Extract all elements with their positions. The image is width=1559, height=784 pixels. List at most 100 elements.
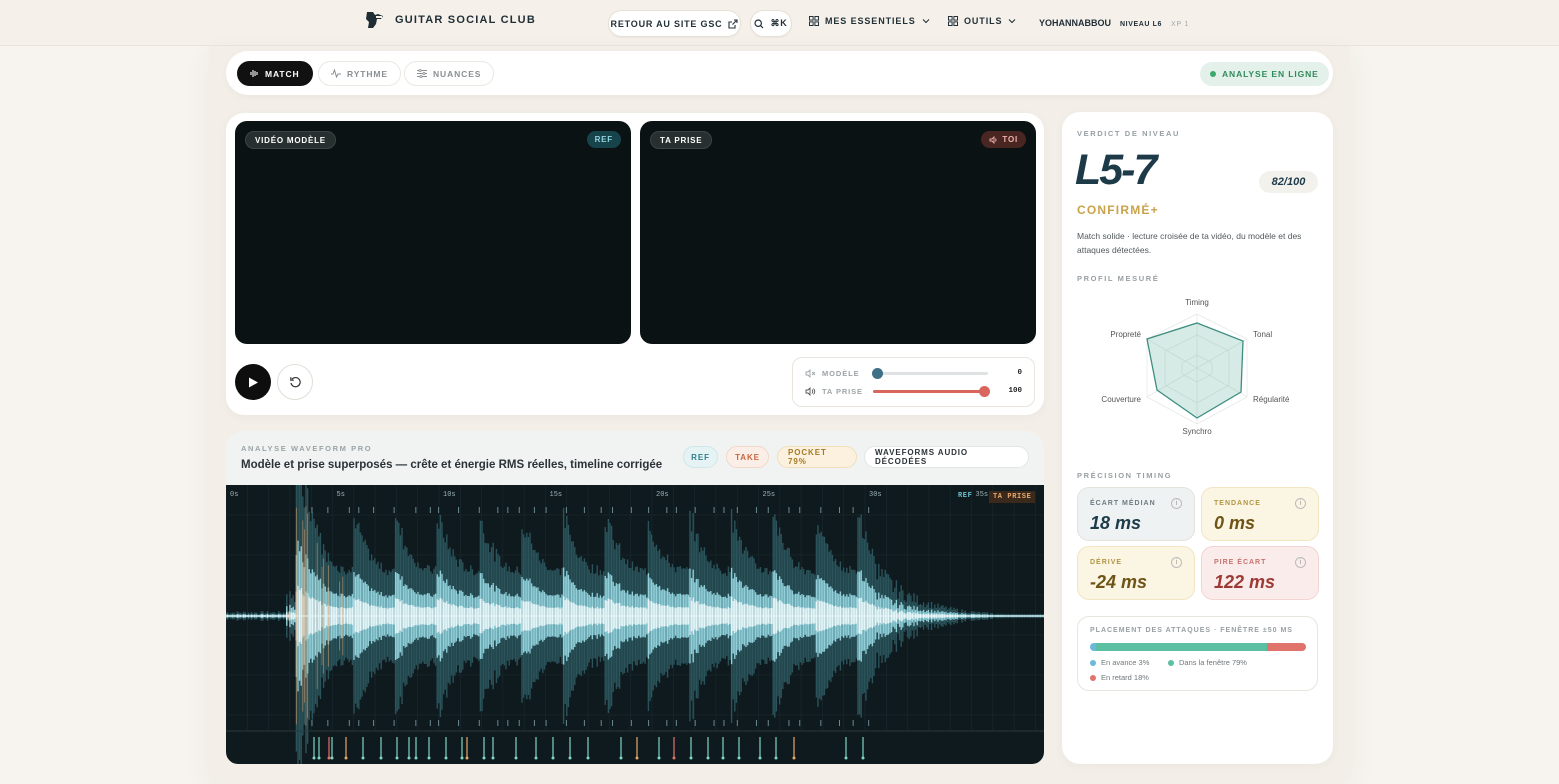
- attack-marker-dot: [721, 756, 725, 760]
- time-label: 25s: [763, 491, 776, 499]
- waveform-scope[interactable]: 0s 5s 10s 15s 20s 25s 30s 35s REF TA PRISE: [226, 448, 1044, 764]
- model-volume-slider[interactable]: [872, 368, 988, 379]
- menu-tools-label: OUTILS: [964, 16, 1003, 26]
- take-volume-knob[interactable]: [979, 386, 990, 397]
- late-dot-icon: [1090, 674, 1096, 681]
- time-label: 15s: [550, 491, 563, 499]
- legend-early-label: En avance 3%: [1101, 658, 1150, 667]
- legend-early: En avance 3%: [1090, 658, 1149, 667]
- ref-chip[interactable]: REF: [683, 446, 718, 468]
- take-chip[interactable]: TAKE: [726, 446, 769, 468]
- attack-marker-dot: [465, 756, 469, 760]
- time-label: 20s: [656, 491, 669, 499]
- tab-nuances[interactable]: NUANCES: [404, 61, 495, 86]
- take-volume-slider[interactable]: [873, 386, 990, 397]
- time-label: 30s: [869, 491, 882, 499]
- take-volume-row: TA PRISE: [805, 387, 863, 396]
- waveform-icon: [250, 70, 258, 77]
- attack-marker-dot: [657, 756, 661, 760]
- grade-label: CONFIRMÉ+: [1077, 203, 1159, 217]
- menu-essentials[interactable]: MES ESSENTIELS: [809, 16, 930, 26]
- attack-marker-dot: [361, 756, 365, 760]
- attack-marker-dot: [619, 756, 623, 760]
- restart-button[interactable]: [277, 364, 313, 400]
- tab-rhythm[interactable]: RYTHME: [318, 61, 401, 86]
- attack-marker-dot: [491, 756, 495, 760]
- user-xp: XP 1: [1170, 21, 1190, 28]
- take-legend: TA PRISE: [989, 491, 1036, 503]
- radar-axis-regularity: Régularité: [1253, 395, 1290, 404]
- info-icon[interactable]: i: [1295, 557, 1306, 568]
- window-dot-icon: [1168, 659, 1174, 666]
- attack-marker-dot: [330, 756, 334, 760]
- status-badge: ANALYSE EN LIGNE: [1200, 62, 1329, 86]
- info-icon[interactable]: i: [1295, 498, 1306, 509]
- radar-axis-timing: Timing: [1185, 298, 1209, 307]
- tab-rhythm-label: RYTHME: [347, 68, 388, 79]
- menu-tools[interactable]: OUTILS: [948, 16, 1016, 26]
- median-deviation-card: ÉCART MÉDIAN 18 ms i: [1077, 487, 1195, 541]
- model-volume-label: MODÈLE: [822, 369, 860, 378]
- radar-axis-cleanliness: Propreté: [1110, 330, 1141, 339]
- window-segment: [1096, 643, 1268, 651]
- attack-marker-dot: [395, 756, 399, 760]
- verdict-description: Match solide · lecture croisée de ta vid…: [1077, 231, 1302, 255]
- menu-essentials-label: MES ESSENTIELS: [825, 16, 916, 26]
- drift-value: -24 ms: [1090, 572, 1148, 592]
- radar-axis-sync: Synchro: [1182, 427, 1212, 436]
- status-label: ANALYSE EN LIGNE: [1222, 69, 1319, 79]
- attack-marker-dot: [635, 756, 639, 760]
- trend-value: 0 ms: [1214, 513, 1256, 533]
- back-to-site-label: RETOUR AU SITE GSC: [610, 18, 723, 29]
- back-to-site-button[interactable]: RETOUR AU SITE GSC: [608, 10, 741, 37]
- info-icon[interactable]: i: [1171, 557, 1182, 568]
- model-video[interactable]: VIDÉO MODÈLE REF: [235, 121, 631, 344]
- take-video[interactable]: TA PRISE TOI: [640, 121, 1036, 344]
- attack-marker-dot: [460, 756, 464, 760]
- drift-label: DÉRIVE: [1090, 559, 1123, 566]
- attack-marker-dot: [792, 756, 796, 760]
- timing-kicker: PRÉCISION TIMING: [1077, 471, 1173, 480]
- tab-nuances-label: NUANCES: [433, 68, 482, 79]
- radar-chart: Timing Tonal Régularité Synchro Couvertu…: [1101, 298, 1290, 436]
- info-icon[interactable]: i: [1171, 498, 1182, 509]
- attack-marker-dot: [379, 756, 383, 760]
- attack-marker-dot: [312, 756, 316, 760]
- profile-kicker: PROFIL MESURÉ: [1077, 274, 1160, 283]
- username: YOHANNABBOU: [1039, 18, 1111, 28]
- verdict-kicker: VERDICT DE NIVEAU: [1077, 129, 1181, 138]
- attack-marker-dot: [861, 756, 865, 760]
- search-button[interactable]: ⌘K: [750, 10, 792, 37]
- legend-window-label: Dans la fenêtre 79%: [1179, 658, 1247, 667]
- model-volume-value: 0: [1017, 369, 1022, 377]
- speaker-icon: [989, 135, 997, 144]
- median-label: ÉCART MÉDIAN: [1090, 500, 1156, 507]
- muted-speaker-icon: [805, 369, 816, 378]
- attack-marker-dot: [327, 756, 331, 760]
- time-label: 35s: [976, 491, 989, 499]
- grid-icon: [809, 16, 819, 26]
- user-menu[interactable]: YOHANNABBOU NIVEAU L6 XP 1: [1039, 18, 1189, 28]
- brand-name: GUITAR SOCIAL CLUB: [395, 14, 536, 26]
- decoded-chip-label: WAVEFORMS AUDIO DÉCODÉES: [875, 448, 969, 466]
- search-shortcut: ⌘K: [770, 18, 788, 28]
- waveform-kicker: ANALYSE WAVEFORM PRO: [241, 444, 373, 453]
- play-button[interactable]: [235, 364, 271, 400]
- grid-icon: [948, 16, 958, 26]
- ref-legend: REF: [958, 492, 973, 500]
- worst-deviation-card: PIRE ÉCART 122 ms i: [1201, 546, 1319, 600]
- attack-marker-dot: [689, 756, 693, 760]
- tab-match[interactable]: MATCH: [237, 61, 313, 86]
- waveform-svg: 0s 5s 10s 15s 20s 25s 30s 35s: [226, 448, 1044, 764]
- model-volume-knob[interactable]: [872, 368, 883, 379]
- search-icon: [754, 18, 764, 28]
- placement-bar: [1090, 643, 1306, 651]
- median-value: 18 ms: [1090, 513, 1142, 533]
- legend-window: Dans la fenêtre 79%: [1168, 658, 1247, 667]
- take-chip-label: TAKE: [735, 452, 760, 462]
- attack-marker-dot: [407, 756, 411, 760]
- top-bar: GUITAR SOCIAL CLUB RETOUR AU SITE GSC ⌘K…: [0, 0, 1559, 46]
- attack-marker-dot: [317, 756, 321, 760]
- brand-logo[interactable]: GUITAR SOCIAL CLUB: [364, 10, 536, 30]
- status-dot-icon: [1210, 71, 1216, 77]
